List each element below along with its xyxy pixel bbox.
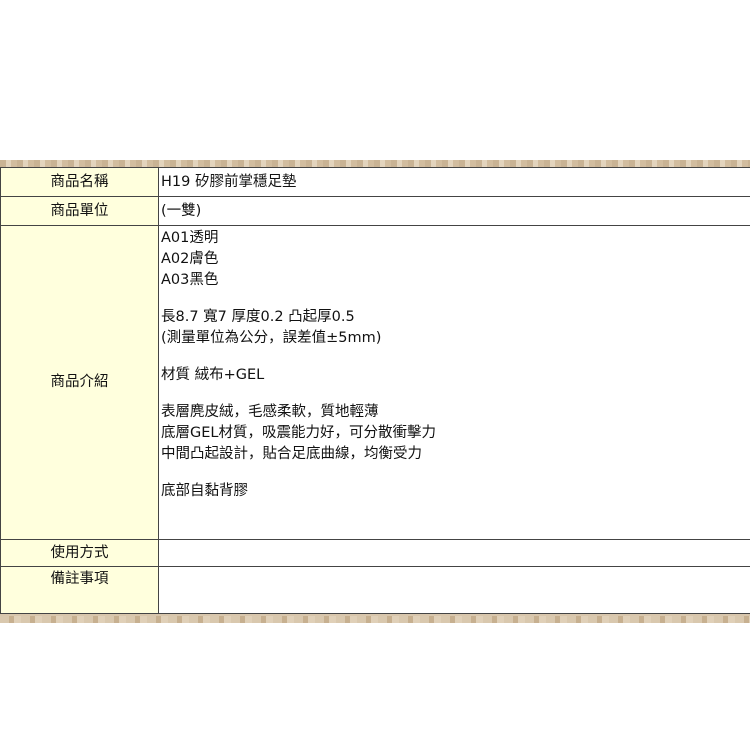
table-row: 商品名稱 H19 矽膠前掌穩足墊 — [0, 167, 750, 197]
product-name-value: H19 矽膠前掌穩足墊 — [158, 167, 750, 197]
product-unit-label: 商品單位 — [0, 196, 159, 226]
usage-label: 使用方式 — [0, 539, 159, 567]
table-row: 商品單位 (一雙) — [0, 196, 750, 226]
feature-middle-design: 中間凸起設計，貼合足底曲線，均衡受力 — [161, 446, 422, 462]
product-spec-table: 商品名稱 H19 矽膠前掌穩足墊 商品單位 (一雙) 商品介紹 A01透明 A0… — [0, 167, 750, 614]
product-intro-value: A01透明 A02膚色 A03黑色 長8.7 寬7 厚度0.2 凸起厚0.5 (… — [158, 225, 750, 540]
variant-black: A03黑色 — [161, 272, 219, 288]
material-text: 材質 絨布+GEL — [161, 367, 265, 383]
adhesive-text: 底部自黏背膠 — [161, 483, 248, 499]
table-row: 商品介紹 A01透明 A02膚色 A03黑色 長8.7 寬7 厚度0.2 凸起厚… — [0, 225, 750, 540]
dimensions-text: 長8.7 寬7 厚度0.2 凸起厚0.5 — [161, 309, 355, 325]
table-row: 使用方式 — [0, 539, 750, 567]
product-unit-value: (一雙) — [158, 196, 750, 226]
notes-label: 備註事項 — [0, 566, 159, 614]
feature-top-layer: 表層麂皮絨，毛感柔軟，質地輕薄 — [161, 404, 379, 420]
table-row: 備註事項 — [0, 566, 750, 614]
product-intro-label: 商品介紹 — [0, 225, 159, 540]
variant-skin: A02膚色 — [161, 251, 219, 267]
variant-clear: A01透明 — [161, 230, 219, 246]
product-name-label: 商品名稱 — [0, 167, 159, 197]
feature-bottom-layer: 底層GEL材質，吸震能力好，可分散衝擊力 — [161, 425, 436, 441]
usage-value — [158, 539, 750, 567]
notes-value — [158, 566, 750, 614]
measurement-note: (測量單位為公分，誤差值±5mm) — [161, 330, 382, 346]
